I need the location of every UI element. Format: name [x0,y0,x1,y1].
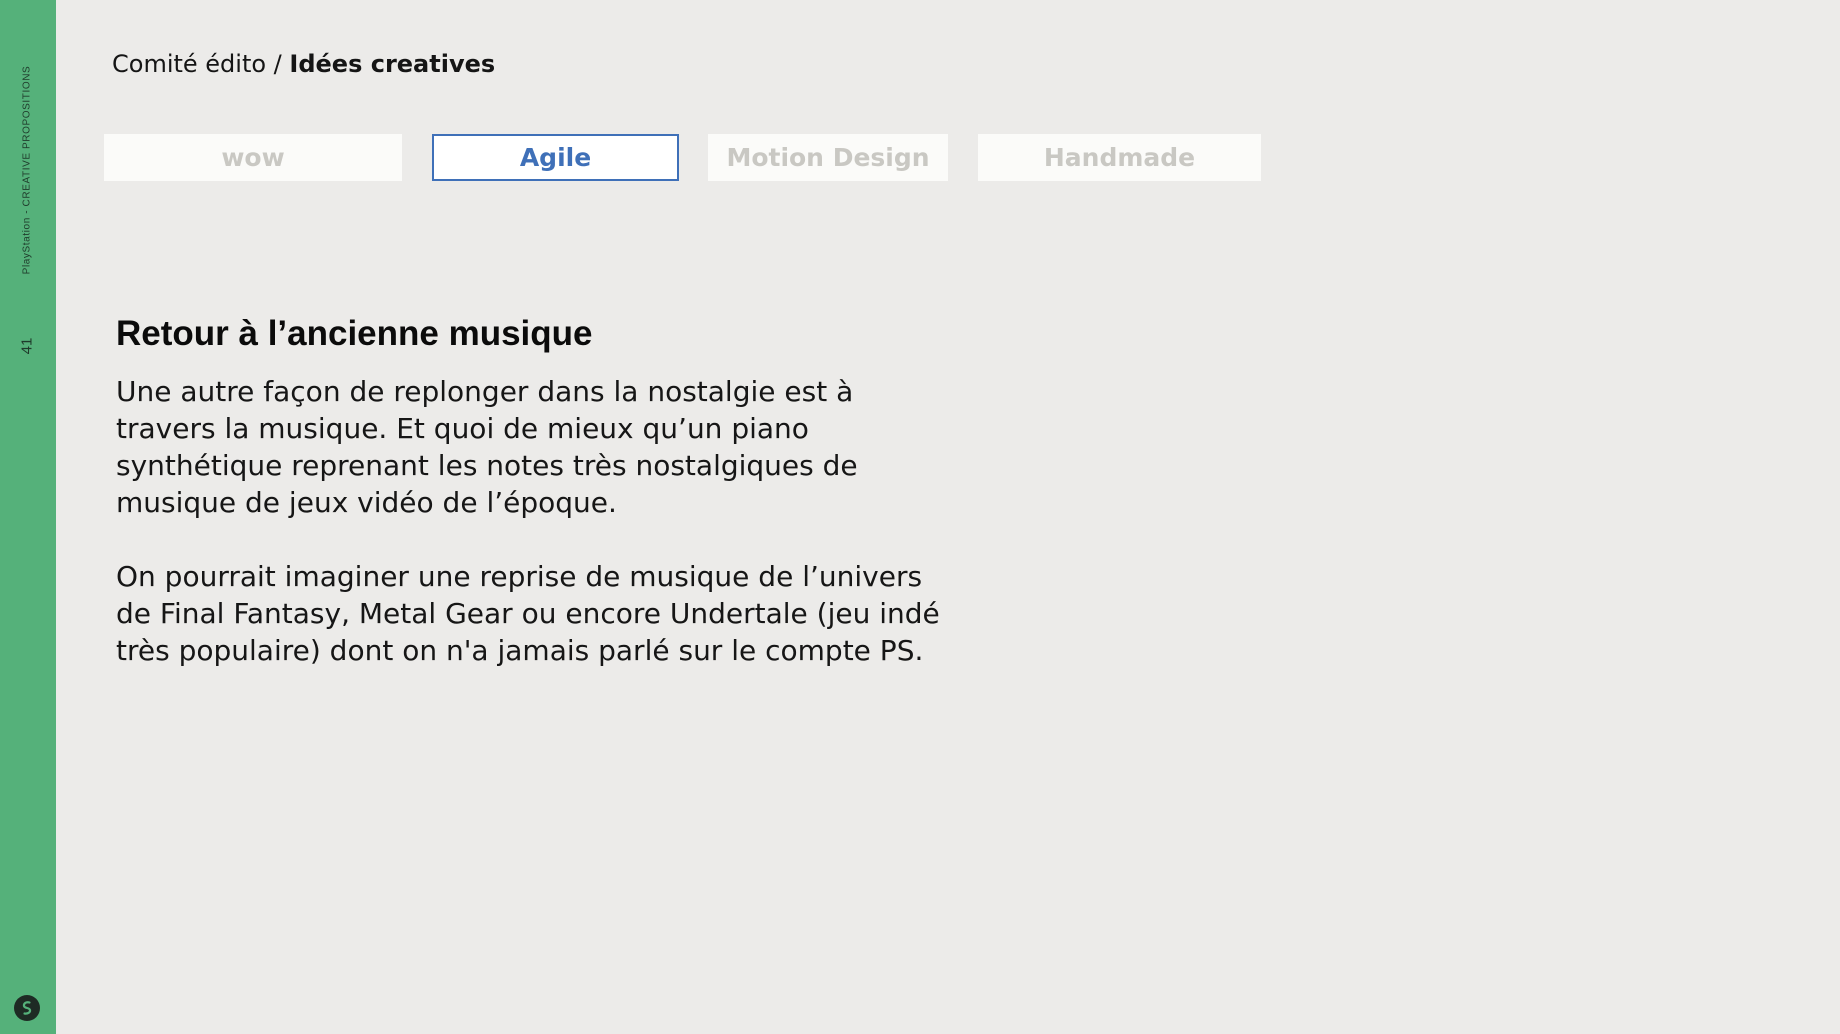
tag-agile[interactable]: Agile [432,134,679,181]
breadcrumb-section: Comité édito / [112,50,290,78]
breadcrumb: Comité édito / Idées creatives [112,50,495,78]
content-title: Retour à l’ancienne musique [116,314,593,353]
breadcrumb-current: Idées creatives [289,50,496,78]
sidebar-caption: PlayStation - CREATIVE PROPOSITIONS [21,65,33,275]
tag-wow[interactable]: wow [104,134,402,181]
paragraph: Une autre façon de replonger dans la nos… [116,375,858,519]
brand-swirl-icon [14,995,40,1021]
tag-handmade[interactable]: Handmade [978,134,1261,181]
tag-motion-design[interactable]: Motion Design [708,134,948,181]
sidebar: PlayStation - CREATIVE PROPOSITIONS 41 [0,0,56,1034]
content-body: Une autre façon de replonger dans la nos… [116,373,946,706]
paragraph: On pourrait imaginer une reprise de musi… [116,560,940,667]
page-number: 41 [18,337,36,355]
